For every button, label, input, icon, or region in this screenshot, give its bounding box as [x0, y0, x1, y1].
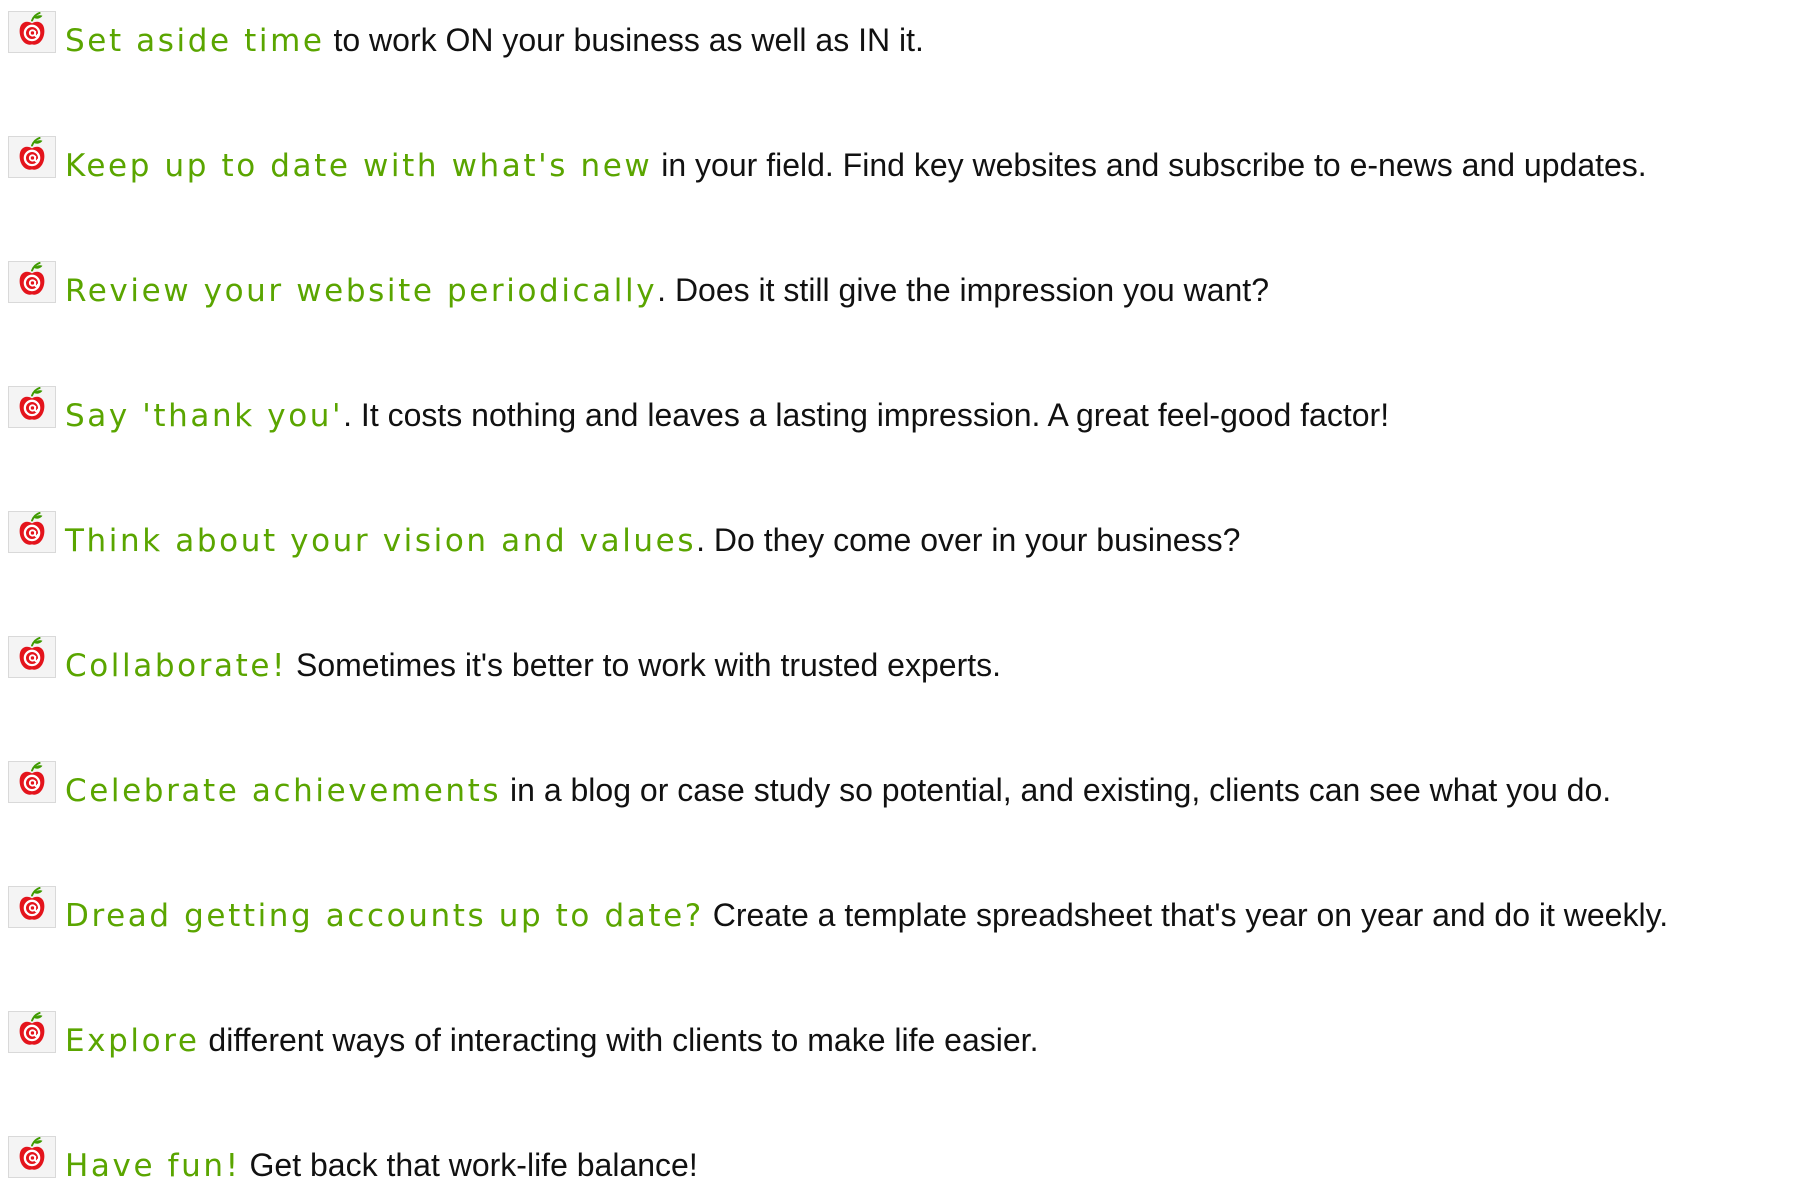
- tip-text: Dread getting accounts up to date? Creat…: [65, 895, 1668, 936]
- tip-highlight: Collaborate!: [65, 647, 288, 684]
- apple-at-icon: [8, 636, 56, 678]
- apple-at-icon: [8, 1011, 56, 1053]
- tip-text: Explore different ways of interacting wi…: [65, 1020, 1038, 1061]
- apple-at-icon: [8, 136, 56, 178]
- tip-rest: Get back that work-life balance!: [240, 1146, 698, 1183]
- tip-text: Set aside time to work ON your business …: [65, 20, 924, 61]
- tip-text: Collaborate! Sometimes it's better to wo…: [65, 645, 1001, 686]
- tip-highlight: Review your website periodically: [65, 272, 658, 309]
- tip-text: Have fun! Get back that work-life balanc…: [65, 1145, 698, 1186]
- apple-at-icon: [8, 886, 56, 928]
- tip-rest: different ways of interacting with clien…: [199, 1021, 1039, 1058]
- tip-item-say-thank-you: Say 'thank you'. It costs nothing and le…: [8, 385, 1389, 445]
- tip-item-keep-up-to-date: Keep up to date with what's new in your …: [8, 135, 1647, 195]
- tip-highlight: Have fun!: [65, 1147, 241, 1184]
- tip-item-set-aside-time: Set aside time to work ON your business …: [8, 10, 924, 70]
- tip-highlight: Think about your vision and values: [65, 522, 697, 559]
- tip-highlight: Explore: [65, 1022, 200, 1059]
- tip-rest: . Do they come over in your business?: [696, 521, 1241, 558]
- apple-at-icon: [8, 1136, 56, 1178]
- apple-at-icon: [8, 261, 56, 303]
- tip-rest: in a blog or case study so potential, an…: [501, 771, 1612, 808]
- tip-item-review-website: Review your website periodically. Does i…: [8, 260, 1269, 320]
- tip-item-explore: Explore different ways of interacting wi…: [8, 1010, 1038, 1070]
- tip-rest: . Does it still give the impression you …: [657, 271, 1269, 308]
- tip-text: Keep up to date with what's new in your …: [65, 145, 1647, 186]
- apple-at-icon: [8, 386, 56, 428]
- apple-at-icon: [8, 761, 56, 803]
- apple-at-icon: [8, 11, 56, 53]
- tip-highlight: Celebrate achievements: [65, 772, 502, 809]
- tip-highlight: Say 'thank you': [65, 397, 344, 434]
- tip-rest: . It costs nothing and leaves a lasting …: [343, 396, 1390, 433]
- tip-highlight: Set aside time: [65, 22, 325, 59]
- tip-highlight: Dread getting accounts up to date?: [65, 897, 704, 934]
- tip-item-celebrate-achievements: Celebrate achievements in a blog or case…: [8, 760, 1611, 820]
- tip-item-collaborate: Collaborate! Sometimes it's better to wo…: [8, 635, 1001, 695]
- tip-text: Celebrate achievements in a blog or case…: [65, 770, 1611, 811]
- tip-rest: Create a template spreadsheet that's yea…: [703, 896, 1669, 933]
- tip-text: Review your website periodically. Does i…: [65, 270, 1269, 311]
- tip-rest: Sometimes it's better to work with trust…: [287, 646, 1001, 683]
- tip-text: Think about your vision and values. Do t…: [65, 520, 1240, 561]
- tip-rest: to work ON your business as well as IN i…: [324, 21, 924, 58]
- apple-at-icon: [8, 511, 56, 553]
- tip-item-vision-and-values: Think about your vision and values. Do t…: [8, 510, 1240, 570]
- tip-item-dread-accounts: Dread getting accounts up to date? Creat…: [8, 885, 1668, 945]
- tip-highlight: Keep up to date with what's new: [65, 147, 653, 184]
- tip-rest: in your field. Find key websites and sub…: [652, 146, 1647, 183]
- tip-text: Say 'thank you'. It costs nothing and le…: [65, 395, 1389, 436]
- tip-item-have-fun: Have fun! Get back that work-life balanc…: [8, 1135, 698, 1195]
